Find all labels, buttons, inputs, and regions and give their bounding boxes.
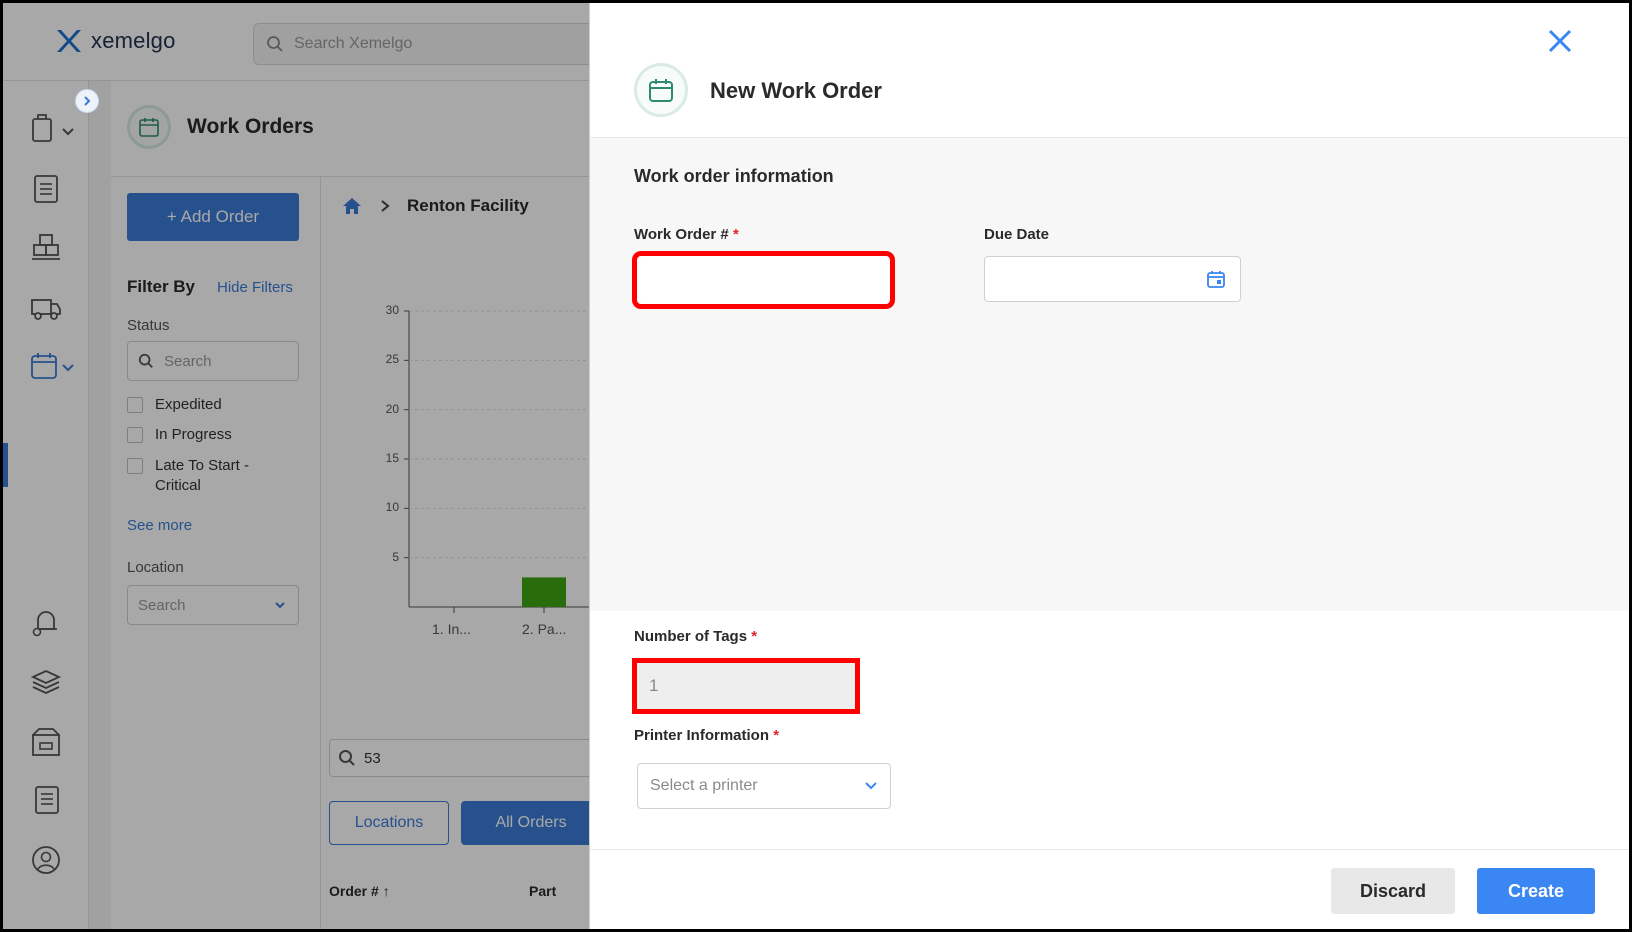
number-of-tags-input[interactable]: 1 <box>632 658 860 714</box>
new-work-order-modal: New Work Order Work order information Wo… <box>589 3 1629 929</box>
discard-button[interactable]: Discard <box>1331 868 1455 914</box>
chevron-down-icon <box>865 782 877 790</box>
required-marker: * <box>732 226 739 243</box>
chevron-right-icon <box>84 96 91 106</box>
calendar-icon[interactable] <box>1206 269 1226 289</box>
number-of-tags-value: 1 <box>649 676 659 695</box>
work-order-label: Work Order # * <box>634 226 739 243</box>
work-order-info-section: Work order information Work Order # * Du… <box>590 137 1629 611</box>
required-marker: * <box>773 727 780 744</box>
create-button[interactable]: Create <box>1477 868 1595 914</box>
calendar-icon <box>649 79 673 102</box>
printer-select[interactable]: Select a printer <box>637 763 891 809</box>
printer-select-placeholder: Select a printer <box>650 777 758 794</box>
screen: xemelgo Search Xemelgo Work Orders + Add… <box>0 0 1632 932</box>
number-of-tags-label-text: Number of Tags <box>634 628 748 645</box>
modal-icon <box>634 63 688 117</box>
required-marker: * <box>751 628 758 645</box>
section-title: Work order information <box>634 166 834 186</box>
modal-footer: Discard Create <box>590 849 1629 929</box>
work-order-input[interactable] <box>632 251 895 309</box>
printer-info-label-text: Printer Information <box>634 727 770 744</box>
modal-title: New Work Order <box>710 78 882 103</box>
work-order-label-text: Work Order # <box>634 226 729 243</box>
close-icon[interactable] <box>1544 25 1576 57</box>
due-date-input[interactable] <box>984 256 1241 302</box>
printer-info-label: Printer Information * <box>634 727 779 744</box>
due-date-label: Due Date <box>984 226 1050 243</box>
number-of-tags-label: Number of Tags * <box>634 628 757 645</box>
nav-expand-button[interactable] <box>75 89 99 113</box>
